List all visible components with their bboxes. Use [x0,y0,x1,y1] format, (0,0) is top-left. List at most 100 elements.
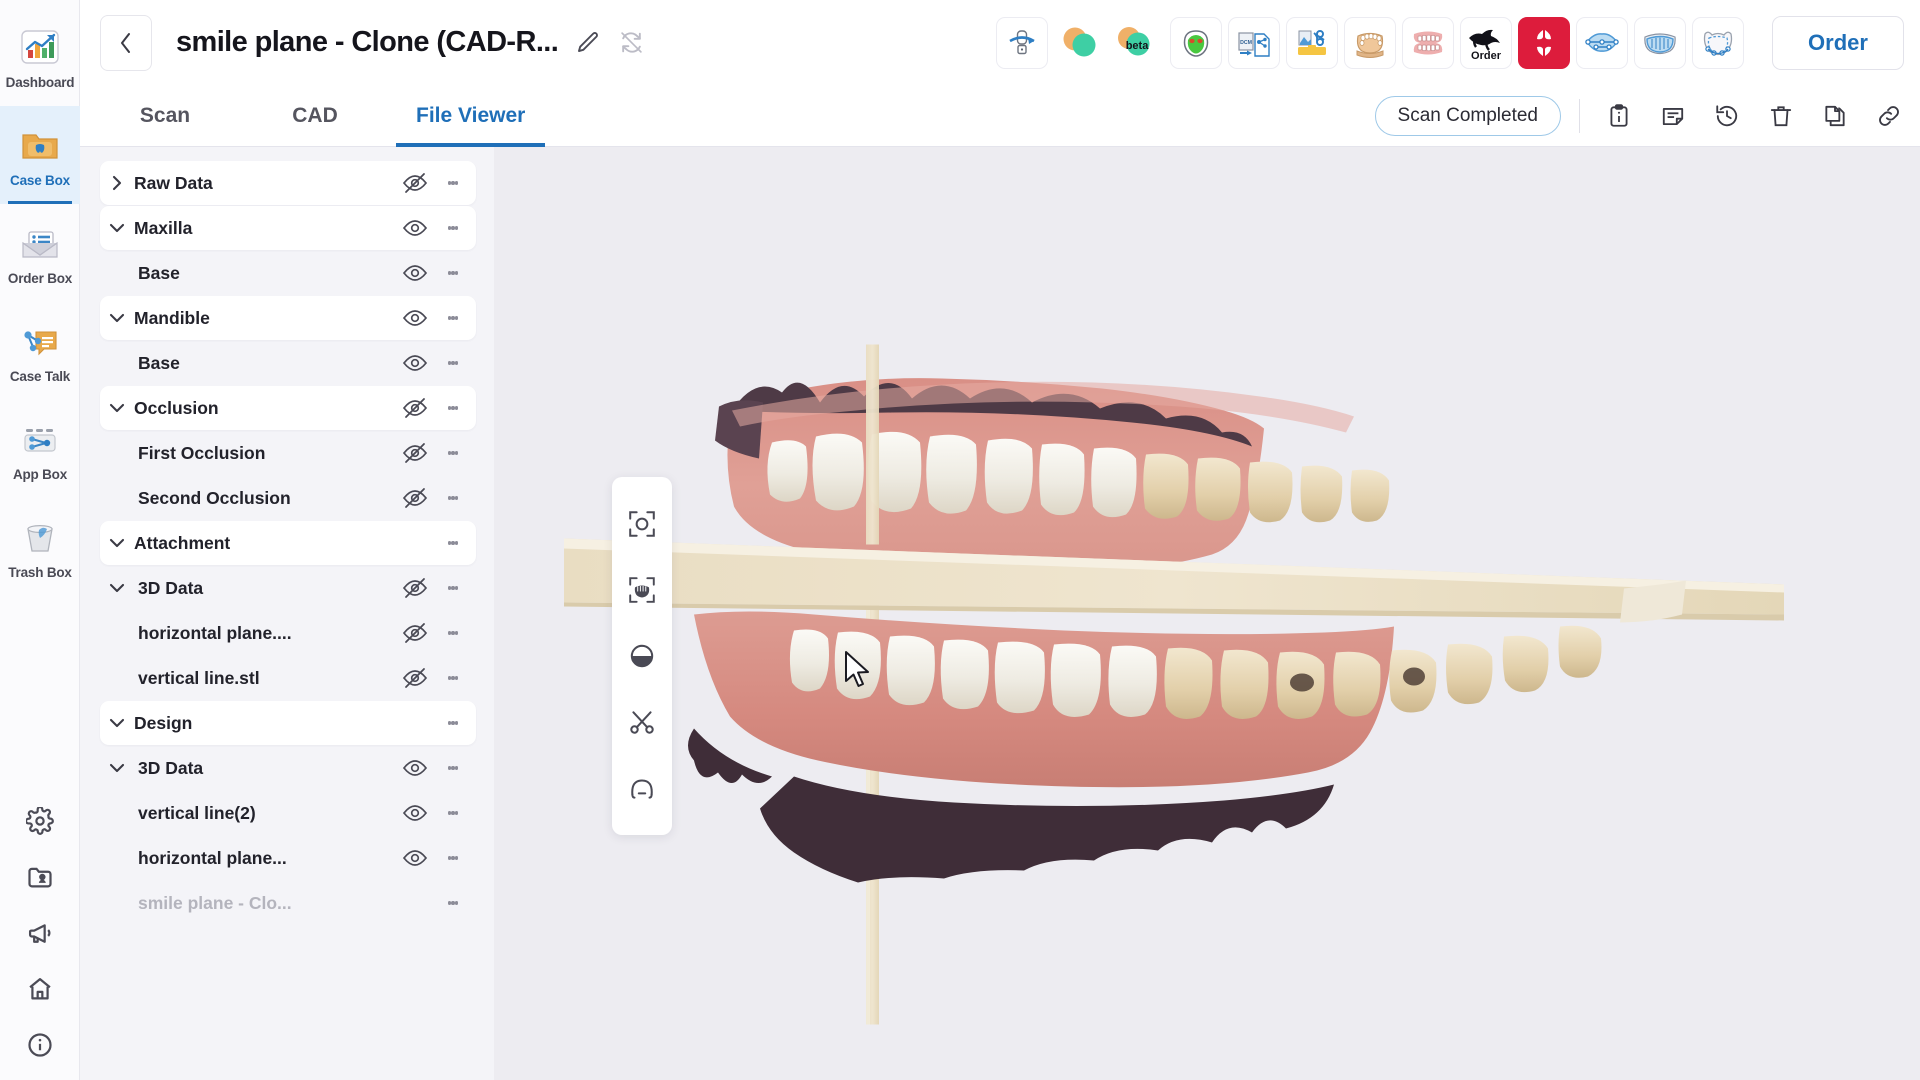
tree-row[interactable]: Second Occlusion [100,476,476,520]
status-badge[interactable]: Scan Completed [1374,95,1561,136]
chevron-down-icon[interactable] [100,534,134,552]
sidebar-item-order-box[interactable]: Order Box [0,204,80,302]
more-options-icon[interactable] [438,360,468,367]
tree-row[interactable]: Mandible [100,296,476,340]
focus-target-icon[interactable] [619,499,665,549]
eye-off-icon[interactable] [392,440,438,466]
more-options-icon[interactable] [438,720,468,727]
info-icon[interactable] [23,1028,57,1062]
tree-row[interactable]: Attachment [100,521,476,565]
megaphone-icon[interactable] [23,916,57,950]
more-options-icon[interactable] [438,765,468,772]
eye-off-icon[interactable] [392,575,438,601]
eye-off-icon[interactable] [392,395,438,421]
more-options-icon[interactable] [438,315,468,322]
trash-icon[interactable] [1760,95,1802,137]
eye-icon[interactable] [392,215,438,241]
sidebar-item-case-box[interactable]: Case Box [0,106,80,204]
eye-icon[interactable] [392,800,438,826]
scissors-icon[interactable] [619,697,665,747]
copy-icon[interactable] [1814,95,1856,137]
chevron-down-icon[interactable] [100,399,134,417]
chevron-down-icon[interactable] [100,714,134,732]
link-icon[interactable] [1868,95,1910,137]
half-sphere-icon[interactable] [619,631,665,681]
chevron-down-icon[interactable] [100,219,134,237]
chevron-down-icon[interactable] [100,759,134,777]
more-options-icon[interactable] [438,900,468,907]
app-two-circles[interactable] [1054,17,1106,69]
eye-off-icon[interactable] [392,620,438,646]
home-icon[interactable] [23,972,57,1006]
chevron-down-icon[interactable] [100,309,134,327]
more-options-icon[interactable] [438,450,468,457]
eye-off-icon[interactable] [392,485,438,511]
more-options-icon[interactable] [438,225,468,232]
tree-row[interactable]: horizontal plane... [100,836,476,880]
tree-row[interactable]: Base [100,341,476,385]
tree-row[interactable]: vertical line.stl [100,656,476,700]
app-dcm-convert[interactable]: DCM [1228,16,1280,69]
model-viewport[interactable] [494,147,1920,1080]
back-button[interactable] [100,14,152,71]
pencil-icon[interactable] [572,28,602,58]
note-icon[interactable] [1652,95,1694,137]
clipboard-info-icon[interactable] [1598,95,1640,137]
app-red-pinwheel[interactable] [1518,16,1570,69]
app-two-circles-beta[interactable]: beta [1112,17,1164,69]
more-options-icon[interactable] [438,180,468,187]
sidebar-item-dashboard[interactable]: Dashboard [0,8,80,106]
app-green-scan[interactable] [1170,16,1222,69]
history-icon[interactable] [1706,95,1748,137]
more-options-icon[interactable] [438,675,468,682]
more-options-icon[interactable] [438,270,468,277]
eye-icon[interactable] [392,305,438,331]
more-options-icon[interactable] [438,630,468,637]
app-lips-smile[interactable] [1576,16,1628,69]
tab-file-viewer[interactable]: File Viewer [390,85,551,147]
eye-icon[interactable] [392,260,438,286]
more-options-icon[interactable] [438,540,468,547]
tree-row[interactable]: Base [100,251,476,295]
sidebar-item-trash-box[interactable]: Trash Box [0,498,80,596]
more-options-icon[interactable] [438,855,468,862]
tree-row[interactable]: 3D Data [100,746,476,790]
more-options-icon[interactable] [438,495,468,502]
app-retainer[interactable] [1692,16,1744,69]
tree-row[interactable]: horizontal plane.... [100,611,476,655]
tree-row[interactable]: Maxilla [100,206,476,250]
tree-row[interactable]: vertical line(2) [100,791,476,835]
eye-icon[interactable] [392,845,438,871]
arch-bracket-icon[interactable] [619,763,665,813]
tab-cad[interactable]: CAD [240,85,390,146]
folder-user-icon[interactable] [23,860,57,894]
chevron-down-icon[interactable] [100,579,134,597]
more-options-icon[interactable] [438,405,468,412]
tree-row[interactable]: First Occlusion [100,431,476,475]
eye-icon[interactable] [392,350,438,376]
eye-icon[interactable] [392,755,438,781]
sync-off-icon[interactable] [616,28,646,58]
order-button[interactable]: Order [1772,15,1904,70]
app-denture-model[interactable] [1344,16,1396,69]
sidebar-item-case-talk[interactable]: Case Talk [0,302,80,400]
more-options-icon[interactable] [438,810,468,817]
sidebar-item-app-box[interactable]: App Box [0,400,80,498]
gear-icon[interactable] [23,804,57,838]
tree-row[interactable]: smile plane - Clo... [100,881,476,925]
chevron-right-icon[interactable] [100,174,134,192]
app-panther-order[interactable]: Order [1460,16,1512,69]
scan-focus-icon[interactable] [619,565,665,615]
app-full-arch[interactable] [1402,16,1454,69]
tree-row[interactable]: 3D Data [100,566,476,610]
app-aligner-tray[interactable] [1634,16,1686,69]
tree-row[interactable]: Occlusion [100,386,476,430]
eye-off-icon[interactable] [392,665,438,691]
eye-off-icon[interactable] [392,170,438,196]
app-implant-rotate[interactable] [996,16,1048,69]
tree-row[interactable]: Design [100,701,476,745]
more-options-icon[interactable] [438,585,468,592]
app-toolbox[interactable] [1286,16,1338,69]
tab-scan[interactable]: Scan [90,85,240,146]
tree-row[interactable]: Raw Data [100,161,476,205]
